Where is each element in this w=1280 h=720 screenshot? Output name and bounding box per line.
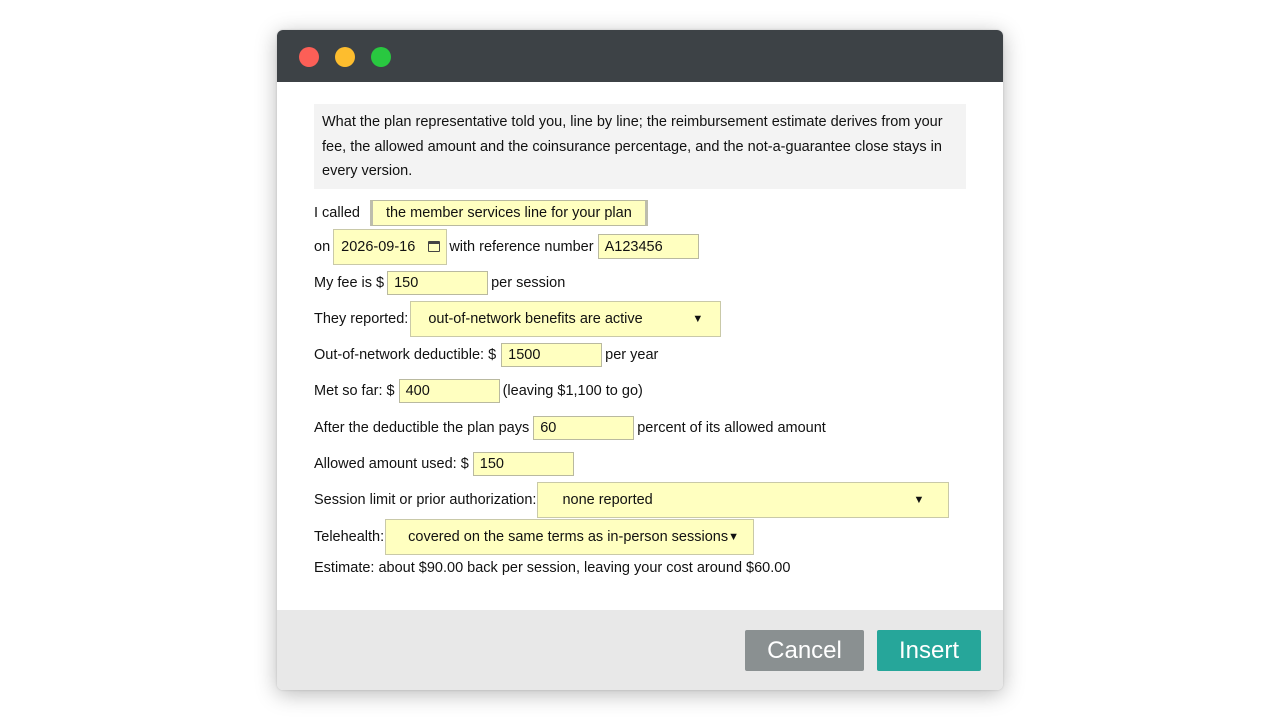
reported-label: They reported: [314, 310, 409, 327]
chevron-down-icon: ▼ [913, 493, 925, 506]
called-field[interactable]: the member services line for your plan [369, 199, 648, 226]
date-row: on 2026-09-16 with reference number A123… [314, 228, 966, 265]
met-suffix: (leaving $1,100 to go) [502, 382, 643, 399]
allowed-row: Allowed amount used: $ 150 [314, 451, 966, 477]
estimate-row: Estimate: about $90.00 back per session,… [314, 555, 966, 581]
met-label: Met so far: $ [314, 382, 395, 399]
telehealth-select[interactable]: covered on the same terms as in-person s… [385, 518, 755, 555]
reported-value: out-of-network benefits are active [428, 310, 643, 327]
coinsurance-label: After the deductible the plan pays [314, 419, 530, 436]
date-field[interactable]: 2026-09-16 [333, 228, 448, 265]
session-limit-value: none reported [562, 491, 653, 508]
dialog-footer: Cancel Insert [277, 610, 1003, 690]
telehealth-value: covered on the same terms as in-person s… [408, 528, 729, 545]
estimate-text: Estimate: about $90.00 back per session,… [314, 559, 791, 576]
coinsurance-field[interactable]: 60 [533, 415, 635, 440]
fee-suffix: per session [491, 274, 566, 291]
title-bar [277, 30, 1003, 82]
ref-label: with reference number [449, 238, 594, 255]
allowed-label: Allowed amount used: $ [314, 455, 469, 472]
telehealth-label: Telehealth: [314, 528, 385, 545]
deductible-field[interactable]: 1500 [501, 342, 603, 367]
fee-row: My fee is $ 150 per session [314, 270, 966, 296]
minimize-window-icon[interactable] [335, 47, 355, 67]
reported-select[interactable]: out-of-network benefits are active ▼ [410, 300, 722, 337]
met-row: Met so far: $ 400 (leaving $1,100 to go) [314, 378, 966, 404]
deductible-row: Out-of-network deductible: $ 1500 per ye… [314, 342, 966, 368]
chevron-down-icon: ▼ [692, 312, 704, 325]
reference-number-field[interactable]: A123456 [597, 234, 699, 259]
intro-text: What the plan representative told you, l… [314, 104, 966, 189]
coinsurance-suffix: percent of its allowed amount [637, 419, 826, 436]
deductible-suffix: per year [605, 346, 659, 363]
coinsurance-row: After the deductible the plan pays 60 pe… [314, 415, 966, 441]
reported-row: They reported: out-of-network benefits a… [314, 300, 966, 337]
cancel-button[interactable]: Cancel [745, 630, 864, 671]
met-field[interactable]: 400 [398, 378, 500, 403]
fee-label: My fee is $ [314, 274, 385, 291]
called-row: I called the member services line for yo… [314, 199, 966, 226]
form-content: What the plan representative told you, l… [314, 104, 966, 581]
session-limit-row: Session limit or prior authorization: no… [314, 481, 966, 518]
session-limit-select[interactable]: none reported ▼ [537, 481, 950, 518]
date-value: 2026-09-16 [341, 238, 416, 255]
on-label: on [314, 238, 331, 255]
called-label: I called [314, 204, 360, 221]
telehealth-row: Telehealth: covered on the same terms as… [314, 518, 966, 555]
insert-button[interactable]: Insert [877, 630, 981, 671]
dialog-window: What the plan representative told you, l… [277, 30, 1003, 690]
maximize-window-icon[interactable] [371, 47, 391, 67]
fee-field[interactable]: 150 [387, 270, 489, 295]
session-limit-label: Session limit or prior authorization: [314, 491, 537, 508]
allowed-field[interactable]: 150 [472, 451, 574, 476]
deductible-label: Out-of-network deductible: $ [314, 346, 497, 363]
chevron-down-icon: ▼ [728, 530, 739, 543]
close-window-icon[interactable] [299, 47, 319, 67]
calendar-icon[interactable] [428, 241, 441, 252]
